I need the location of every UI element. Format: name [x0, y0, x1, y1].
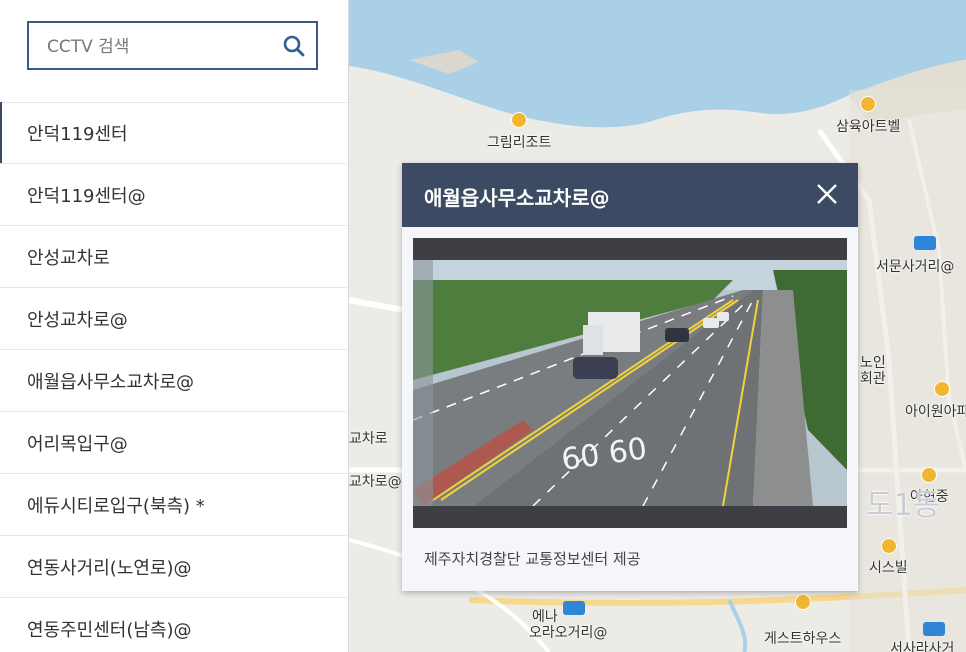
map-label-hoegwan: 회관 — [860, 371, 886, 387]
close-icon[interactable] — [814, 181, 840, 207]
map-label-guesthouse: 게스트하우스 — [764, 631, 842, 647]
cctv-video[interactable]: 60 60 — [413, 238, 847, 528]
poi-icon — [860, 96, 876, 112]
map-label-sisu: 시스빌 — [869, 560, 908, 576]
popup-title: 애월읍사무소교차로@ — [424, 186, 610, 210]
list-item[interactable]: 안덕119센터@ — [0, 164, 347, 226]
cctv-list: 안덕119센터 안덕119센터@ 안성교차로 안성교차로@ 애월읍사무소교차로@… — [0, 102, 347, 652]
list-item[interactable]: 애월읍사무소교차로@ — [0, 350, 347, 412]
list-item[interactable]: 어리목입구@ — [0, 412, 347, 474]
cctv-popup: 애월읍사무소교차로@ 60 60 제주자치경찰단 교통정보센터 제공 — [402, 163, 858, 591]
map-label-seomun: 서문사거리@ — [876, 259, 955, 275]
map-label-samyook: 삼육아트벨 — [836, 119, 901, 135]
video-credit: 제주자치경찰단 교통정보센터 제공 — [424, 550, 641, 568]
poi-icon — [934, 381, 950, 397]
list-item[interactable]: 연동주민센터(남측)@ — [0, 598, 347, 652]
map-label-oraro: 오라오거리@ — [529, 625, 608, 641]
cctv-camera-icon[interactable] — [914, 236, 936, 250]
list-item[interactable]: 연동사거리(노연로)@ — [0, 536, 347, 598]
popup-header: 애월읍사무소교차로@ — [402, 163, 858, 227]
search-box — [27, 21, 318, 70]
cctv-sidebar: 안덕119센터 안덕119센터@ 안성교차로 안성교차로@ 애월읍사무소교차로@… — [0, 0, 349, 652]
cctv-camera-icon[interactable] — [923, 622, 945, 636]
poi-icon — [511, 112, 527, 128]
cctv-video-feed: 60 60 — [413, 260, 847, 506]
list-item[interactable]: 안덕119센터 — [0, 102, 347, 164]
list-item[interactable]: 에듀시티로입구(북측) * — [0, 474, 347, 536]
map-label-chaa: 교차로 — [349, 431, 388, 447]
search-input[interactable] — [45, 23, 279, 70]
poi-icon — [881, 538, 897, 554]
map-label-grim: 그림리조트 — [487, 135, 552, 151]
map-label-aienpi: 아이원아파 — [905, 404, 966, 420]
list-item[interactable]: 안성교차로@ — [0, 288, 347, 350]
poi-icon — [795, 594, 811, 610]
map-label-chab: 교차로@ — [349, 474, 402, 490]
map-label-doil: 도1동 — [866, 488, 941, 523]
list-item[interactable]: 안성교차로 — [0, 226, 347, 288]
cctv-camera-icon[interactable] — [563, 601, 585, 615]
map-label-seosa: 서사라사거 — [890, 641, 955, 652]
search-icon[interactable] — [282, 34, 306, 58]
